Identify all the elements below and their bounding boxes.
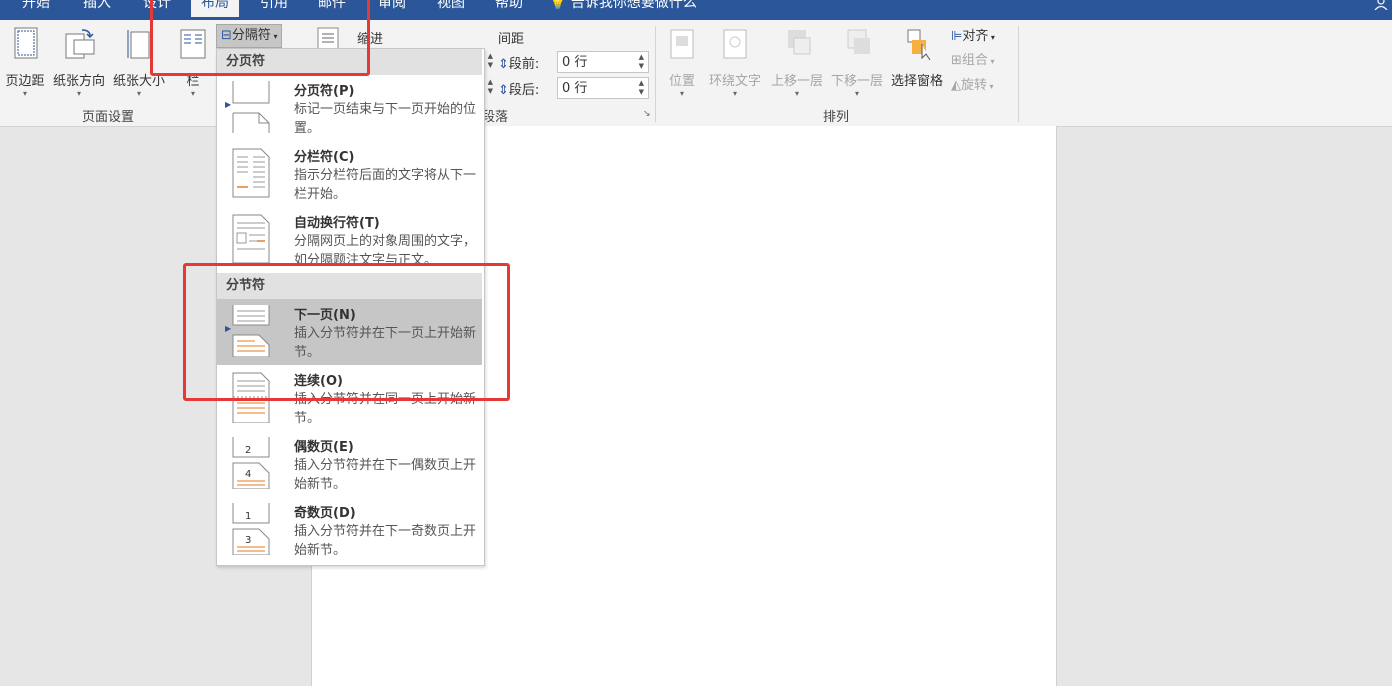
- page-break-icon: [232, 81, 270, 133]
- orientation-button[interactable]: 纸张方向 ▾: [50, 26, 108, 99]
- tab-review[interactable]: 审阅: [368, 0, 416, 17]
- even-page-icon: 2 4: [232, 437, 270, 489]
- chevron-down-icon: ▾: [136, 89, 141, 98]
- space-before-input[interactable]: 0 行 ▲ ▼: [557, 51, 649, 73]
- menu-item-title: 偶数页(E): [294, 440, 354, 455]
- menu-item-page-break[interactable]: ▶ 分页符(P) 标记一页结束与下一页开始的位置。: [217, 75, 482, 141]
- tab-view[interactable]: 视图: [427, 0, 475, 17]
- menu-item-even-page[interactable]: 2 4 偶数页(E) 插入分节符并在下一偶数页上开始新节。: [217, 431, 482, 497]
- menu-item-title: 分页符(P): [294, 84, 355, 99]
- menu-item-odd-page[interactable]: 1 3 奇数页(D) 插入分节符并在下一奇数页上开始新节。: [217, 497, 482, 563]
- chevron-down-icon: ▾: [679, 89, 684, 98]
- selection-pane-label: 选择窗格: [890, 74, 943, 89]
- group-separator: [655, 26, 656, 122]
- chevron-down-icon: ▾: [794, 89, 799, 98]
- selection-pane-icon: [907, 29, 931, 61]
- svg-text:4: 4: [245, 469, 251, 480]
- tab-home[interactable]: 开始: [12, 0, 60, 17]
- send-backward-label: 下移一层: [830, 74, 883, 89]
- annotation-highlight-breaks-button: [150, 0, 370, 76]
- position-label: 位置: [668, 74, 695, 89]
- menu-item-title: 奇数页(D): [294, 506, 356, 521]
- arrange-group-label: 排列: [823, 110, 850, 125]
- tab-insert[interactable]: 插入: [73, 0, 121, 17]
- chevron-down-icon: ▾: [987, 57, 995, 66]
- space-before-icon: ⇕: [498, 57, 509, 72]
- margins-button[interactable]: 页边距 ▾: [2, 26, 48, 99]
- orientation-label: 纸张方向: [52, 74, 105, 89]
- user-icon[interactable]: [1374, 0, 1388, 10]
- lightbulb-icon: 💡: [549, 0, 567, 11]
- menu-item-column-break[interactable]: 分栏符(C) 指示分栏符后面的文字将从下一栏开始。: [217, 141, 482, 207]
- position-icon: [670, 29, 694, 59]
- wrap-text-icon: [723, 29, 747, 59]
- spacing-label: 间距: [498, 32, 525, 47]
- menu-item-title: 分栏符(C): [294, 150, 355, 165]
- chevron-down-icon: ▾: [190, 89, 195, 98]
- column-break-icon: [232, 148, 270, 198]
- wrap-text-label: 环绕文字: [708, 74, 761, 89]
- wrap-text-button[interactable]: 环绕文字 ▾: [705, 26, 765, 99]
- annotation-highlight-next-page: [183, 263, 510, 401]
- chevron-down-icon: ▾: [854, 89, 859, 98]
- tell-me-search[interactable]: 💡 告诉我你想要做什么: [549, 0, 697, 11]
- page-setup-group-label: 页面设置: [82, 110, 135, 125]
- dialog-launcher-icon[interactable]: ↘: [643, 109, 651, 119]
- svg-text:3: 3: [245, 535, 251, 546]
- tab-help[interactable]: 帮助: [485, 0, 533, 17]
- menu-item-text-wrapping-break[interactable]: 自动换行符(T) 分隔网页上的对象周围的文字，如分隔题注文字与正文。: [217, 207, 482, 269]
- chevron-down-icon: ▾: [22, 89, 27, 98]
- bring-forward-label: 上移一层: [770, 74, 823, 89]
- chevron-down-icon: ▾: [987, 82, 994, 91]
- svg-text:1: 1: [245, 511, 251, 522]
- odd-page-icon: 1 3: [232, 503, 270, 555]
- bring-forward-icon: [788, 30, 811, 55]
- bring-forward-button[interactable]: 上移一层 ▾: [767, 26, 827, 99]
- spinner-arrows-icon[interactable]: ▲ ▼: [639, 79, 644, 97]
- align-icon: ⊫: [951, 29, 963, 44]
- spinner-arrows-icon[interactable]: ▲ ▼: [639, 53, 644, 71]
- chevron-down-icon: ▾: [732, 89, 737, 98]
- menu-item-desc: 插入分节符并在下一偶数页上开始新节。: [294, 458, 477, 492]
- chevron-down-icon: ▾: [76, 89, 81, 98]
- send-backward-button[interactable]: 下移一层 ▾: [827, 26, 887, 99]
- menu-item-desc: 指示分栏符后面的文字将从下一栏开始。: [294, 168, 477, 202]
- group-objects-button[interactable]: ⊞组合 ▾: [951, 49, 994, 68]
- space-after-label: ⇕段后:: [498, 83, 540, 98]
- paragraph-group-label: 段落: [482, 110, 509, 125]
- selection-pane-button[interactable]: 选择窗格: [887, 26, 947, 89]
- send-backward-icon: [847, 29, 870, 54]
- menu-item-title: 自动换行符(T): [294, 216, 380, 231]
- svg-text:2: 2: [245, 445, 251, 456]
- rotate-icon: ◭: [951, 78, 961, 93]
- menu-item-desc: 插入分节符并在下一奇数页上开始新节。: [294, 524, 477, 558]
- orientation-icon: [65, 29, 95, 59]
- rotate-button[interactable]: ◭旋转 ▾: [951, 74, 994, 93]
- chevron-down-icon: ▾: [988, 33, 995, 42]
- margins-icon: [14, 27, 38, 59]
- group-icon: ⊞: [951, 53, 962, 68]
- space-before-label: ⇕段前:: [498, 57, 540, 72]
- space-after-input[interactable]: 0 行 ▲ ▼: [557, 77, 649, 99]
- space-after-icon: ⇕: [498, 83, 509, 98]
- menu-item-desc: 标记一页结束与下一页开始的位置。: [294, 102, 477, 136]
- group-separator: [1018, 26, 1019, 122]
- align-button[interactable]: ⊫对齐 ▾: [951, 25, 995, 44]
- text-wrapping-break-icon: [232, 214, 270, 264]
- tell-me-text: 告诉我你想要做什么: [570, 0, 697, 11]
- margins-label: 页边距: [5, 74, 45, 89]
- position-button[interactable]: 位置 ▾: [664, 26, 700, 99]
